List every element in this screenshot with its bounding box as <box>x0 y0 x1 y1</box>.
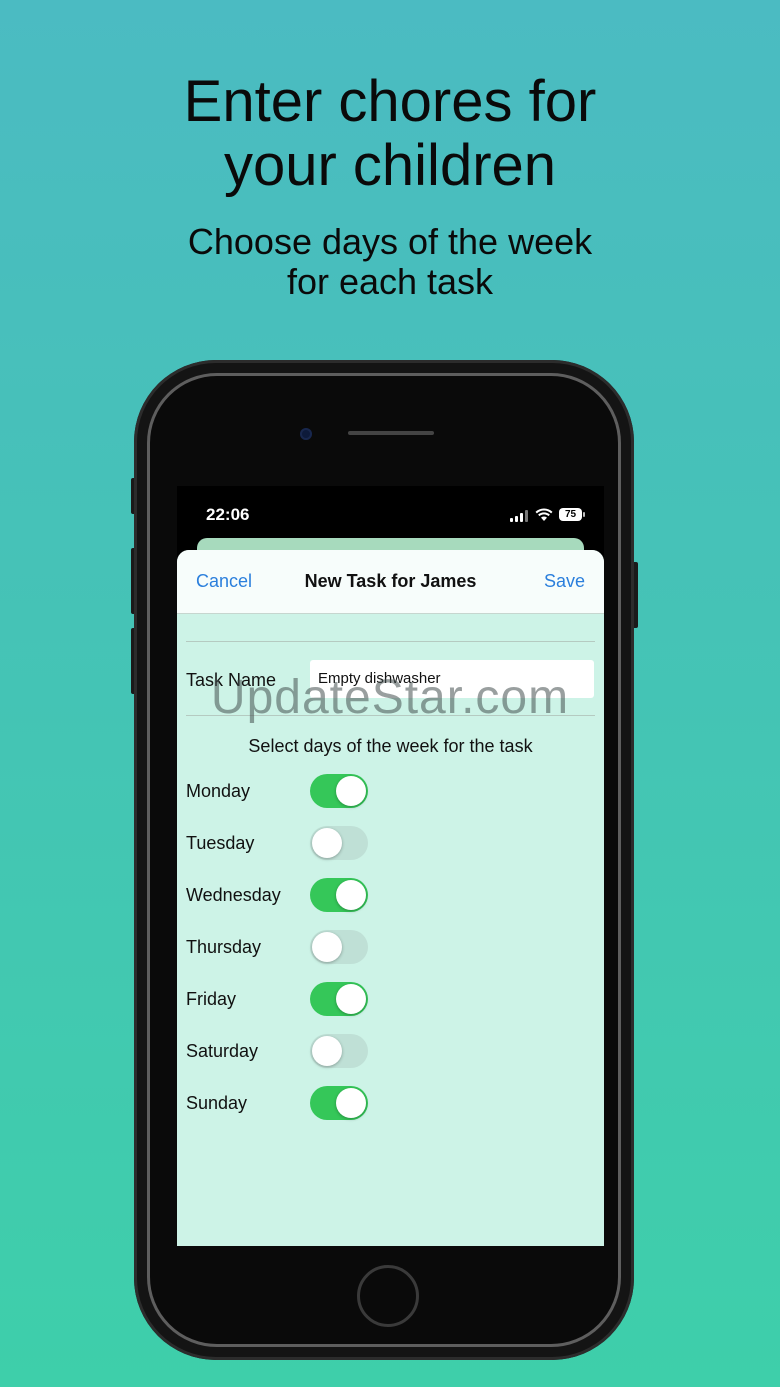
select-days-label: Select days of the week for the task <box>248 736 533 756</box>
day-row: Wednesday <box>186 877 586 913</box>
earpiece-speaker <box>348 431 434 435</box>
cellular-signal-icon <box>510 510 528 522</box>
toggle-knob <box>336 776 366 806</box>
subheadline-line-1: Choose days of the week <box>187 221 593 262</box>
toggle-knob <box>336 880 366 910</box>
nav-bar: Cancel New Task for James Save <box>177 550 604 614</box>
day-row: Monday <box>186 773 586 809</box>
day-label: Monday <box>186 781 251 801</box>
day-row: Tuesday <box>186 825 586 861</box>
day-label: Wednesday <box>186 885 281 905</box>
subheadline: Choose days of the week for each task <box>0 222 780 302</box>
day-toggle[interactable] <box>310 826 368 860</box>
status-time: 22:06 <box>206 505 250 524</box>
day-toggle[interactable] <box>310 774 368 808</box>
wifi-icon <box>535 508 553 521</box>
front-camera <box>300 428 312 440</box>
day-toggle[interactable] <box>310 1034 368 1068</box>
day-row: Sunday <box>186 1085 586 1121</box>
day-toggle[interactable] <box>310 930 368 964</box>
day-toggle[interactable] <box>310 1086 368 1120</box>
subheadline-line-2: for each task <box>286 261 494 302</box>
nav-title: New Task for James <box>304 571 477 591</box>
day-label: Sunday <box>186 1093 248 1113</box>
headline: Enter chores for your children <box>0 70 780 198</box>
day-label: Saturday <box>186 1041 259 1061</box>
day-row: Friday <box>186 981 586 1017</box>
day-row: Thursday <box>186 929 586 965</box>
toggle-knob <box>336 984 366 1014</box>
day-toggle[interactable] <box>310 878 368 912</box>
toggle-knob <box>312 828 342 858</box>
day-label: Thursday <box>186 937 262 957</box>
day-label: Friday <box>186 989 237 1009</box>
save-button[interactable]: Save <box>544 571 585 592</box>
headline-line-2: your children <box>223 133 557 198</box>
home-button[interactable] <box>357 1265 419 1327</box>
day-row: Saturday <box>186 1033 586 1069</box>
watermark: UpdateStar.com <box>210 671 570 724</box>
toggle-knob <box>312 1036 342 1066</box>
headline-line-1: Enter chores for <box>183 69 597 134</box>
day-toggle[interactable] <box>310 982 368 1016</box>
new-task-sheet: Cancel New Task for James Save Task Name… <box>177 550 604 1246</box>
toggle-knob <box>336 1088 366 1118</box>
phone-screen: 22:06 75 Cancel New Task for James Save … <box>177 486 604 1246</box>
status-bar: 22:06 75 <box>177 486 604 542</box>
divider <box>186 641 595 642</box>
day-label: Tuesday <box>186 833 255 853</box>
battery-icon: 75 <box>559 508 585 521</box>
toggle-knob <box>312 932 342 962</box>
